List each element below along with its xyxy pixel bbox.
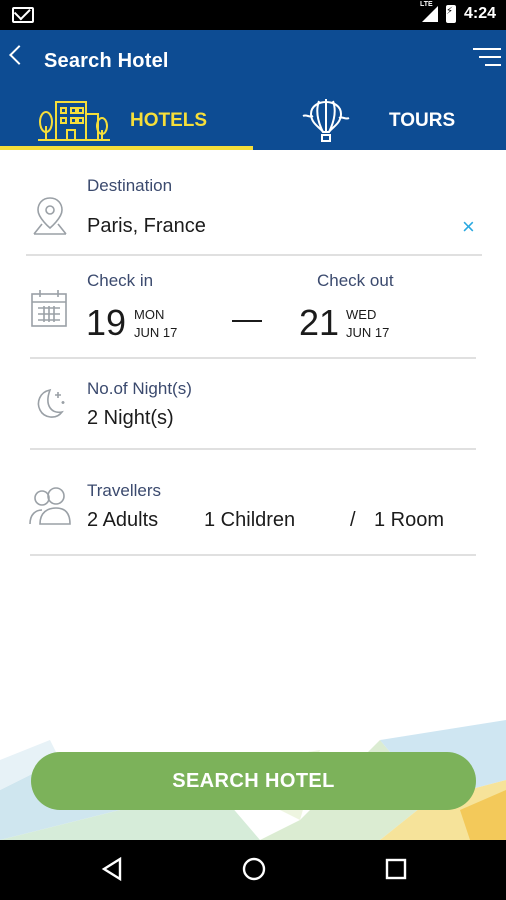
users-icon (29, 487, 71, 525)
back-nav-icon[interactable] (100, 856, 124, 882)
check-out-month: JUN 17 (346, 325, 390, 340)
destination-label: Destination (87, 176, 173, 195)
children-count: 1 Children (204, 509, 296, 531)
location-pin-icon (33, 197, 67, 235)
status-bar: LTE 4:24 (0, 0, 506, 30)
hot-air-balloon-icon (302, 99, 350, 142)
destination-value: Paris, France (87, 215, 206, 237)
hotel-icon (38, 101, 110, 141)
check-out-label: Check out (317, 271, 394, 290)
rooms-separator: / (350, 509, 356, 531)
clock: 4:24 (463, 5, 496, 22)
network-type: LTE (419, 1, 433, 8)
app-bar: Search Hotel (0, 30, 506, 90)
nights-field[interactable]: No.of Night(s) 2 Night(s) (0, 360, 506, 452)
date-separator (232, 320, 262, 322)
travellers-label: Travellers (87, 481, 161, 500)
signal-icon: LTE (420, 1, 438, 22)
check-in-label: Check in (87, 271, 154, 290)
calendar-icon (31, 290, 67, 327)
search-hotel-button[interactable]: SEARCH HOTEL (31, 752, 476, 810)
menu-icon[interactable] (473, 48, 501, 72)
check-out-weekday: WED (346, 307, 377, 322)
adults-count: 2 Adults (87, 509, 159, 531)
tab-tours-label: TOURS (389, 110, 456, 131)
tab-bar: HOTELS TOURS (0, 90, 506, 150)
check-out-day: 21 (299, 302, 340, 343)
tab-hotels-label: HOTELS (130, 110, 208, 131)
nights-label: No.of Night(s) (87, 379, 192, 398)
check-in-weekday: MON (134, 307, 165, 322)
back-icon[interactable] (9, 45, 29, 65)
navigation-bar (0, 840, 506, 900)
home-nav-icon[interactable] (241, 856, 267, 882)
check-in-day: 19 (86, 302, 127, 343)
rooms-count: 1 Room (374, 509, 445, 531)
mail-icon (12, 7, 34, 23)
page-title: Search Hotel (44, 50, 169, 72)
destination-field[interactable]: Destination Paris, France (0, 150, 506, 260)
clear-icon[interactable]: × (462, 214, 475, 240)
tab-hotels[interactable]: HOTELS (0, 90, 253, 150)
dates-field: Check in Check out (0, 260, 506, 360)
recents-nav-icon[interactable] (384, 856, 408, 882)
check-in-month: JUN 17 (134, 325, 178, 340)
battery-icon (445, 5, 456, 23)
tab-tours[interactable]: TOURS (253, 90, 506, 150)
nights-value: 2 Night(s) (87, 407, 174, 429)
moon-icon (37, 388, 65, 418)
travellers-field[interactable]: Travellers (0, 452, 506, 557)
